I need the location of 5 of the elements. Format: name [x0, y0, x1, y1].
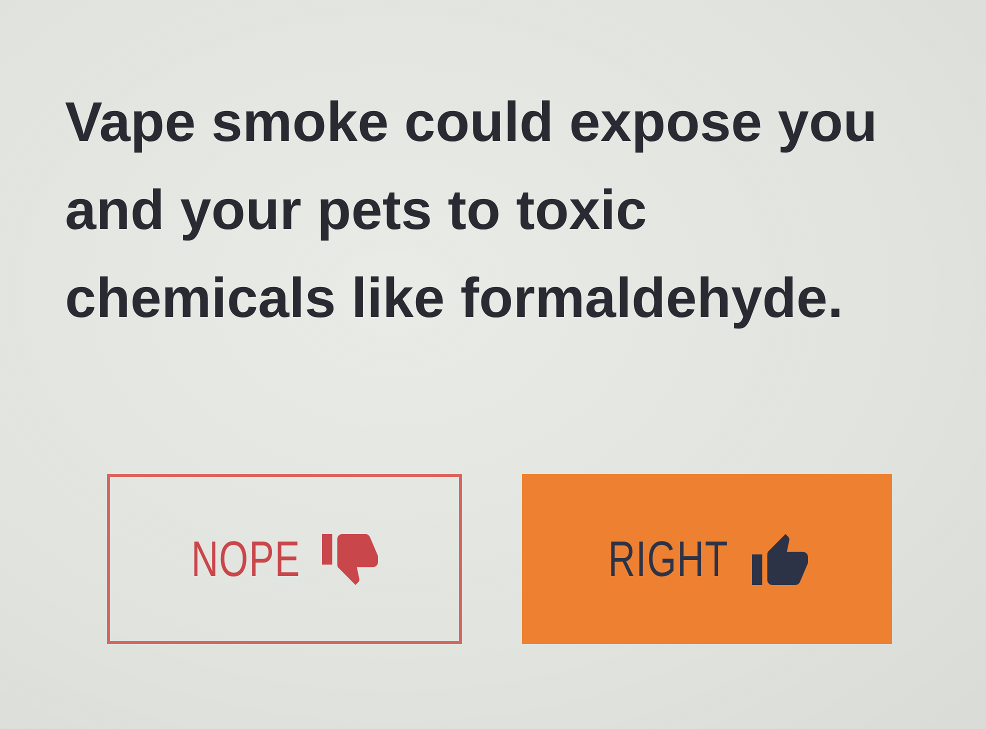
thumbs-down-icon: [322, 534, 378, 584]
nope-button[interactable]: NOPE: [107, 474, 462, 644]
question-text: Vape smoke could expose you and your pets to toxic chemicals like formaldehyde.: [65, 89, 878, 331]
right-button[interactable]: RIGHT: [522, 474, 892, 644]
thumbs-up-icon: [752, 534, 808, 584]
